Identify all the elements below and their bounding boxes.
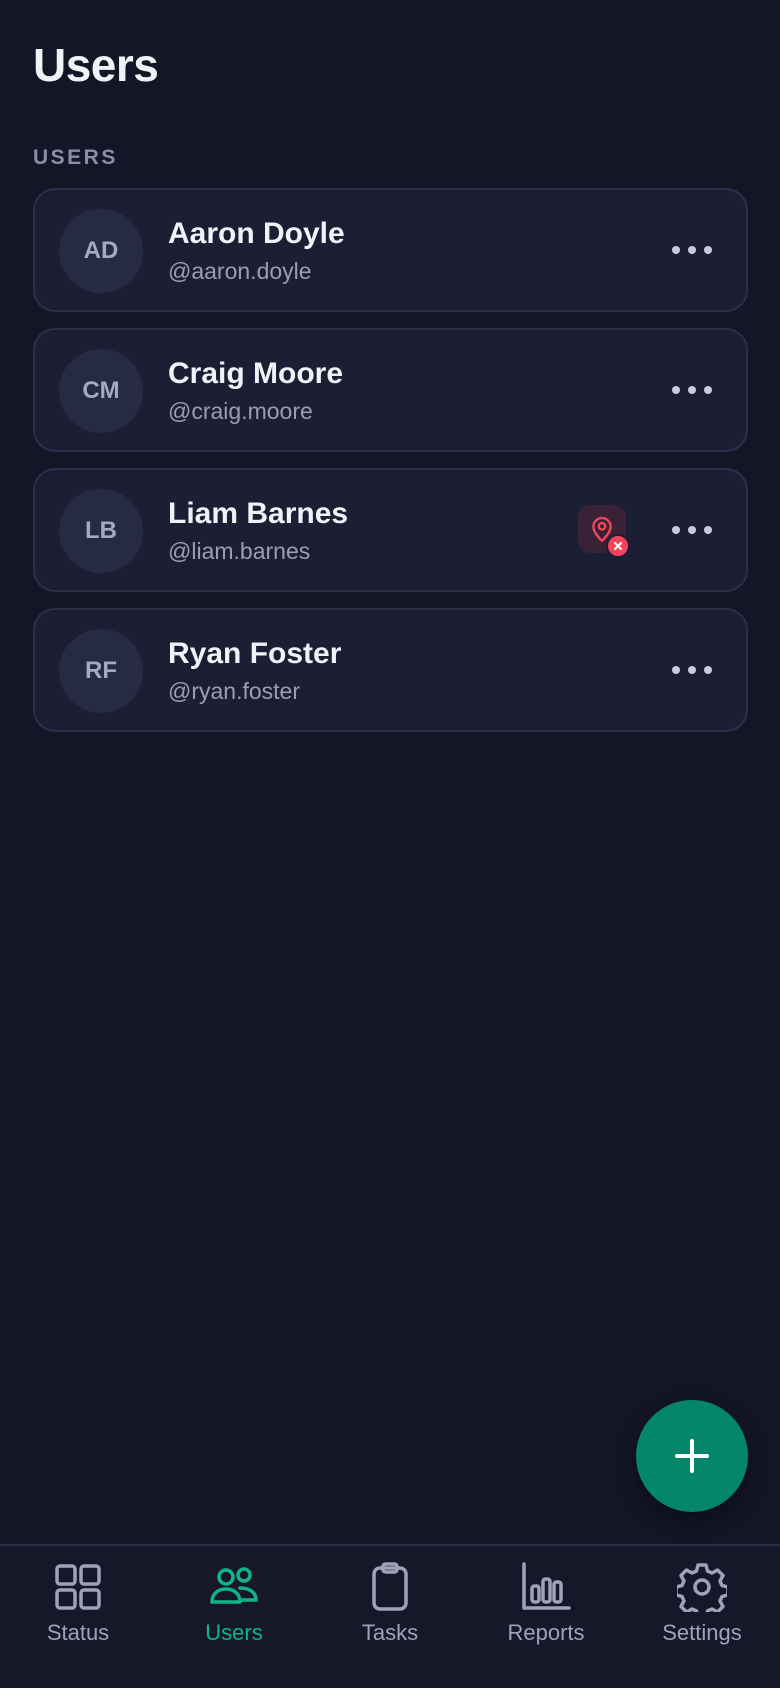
nav-label: Tasks: [361, 1620, 419, 1645]
user-list: AD Aaron Doyle @aaron.doyle CM Craig Moo…: [33, 188, 748, 748]
nav-item-users[interactable]: Users: [156, 1562, 312, 1662]
user-name: Liam Barnes: [168, 497, 349, 530]
avatar: CM: [59, 349, 143, 433]
user-handle: @liam.barnes: [168, 538, 311, 564]
more-options-button[interactable]: [672, 518, 712, 542]
user-card-craig-moore[interactable]: CM Craig Moore @craig.moore: [33, 328, 748, 452]
avatar: LB: [59, 489, 143, 573]
more-options-button[interactable]: [672, 238, 712, 262]
gear-icon: [677, 1563, 727, 1612]
clipboard-icon: [372, 1562, 408, 1611]
more-options-button[interactable]: [672, 658, 712, 682]
nav-label: Reports: [507, 1620, 585, 1645]
grid-icon: [55, 1564, 101, 1610]
user-name: Ryan Foster: [168, 637, 342, 670]
nav-item-tasks[interactable]: Tasks: [312, 1562, 468, 1662]
add-user-button[interactable]: [636, 1400, 748, 1512]
section-label: USERS: [33, 146, 118, 169]
nav-label: Settings: [662, 1620, 742, 1645]
user-card-liam-barnes[interactable]: LB Liam Barnes @liam.barnes: [33, 468, 748, 592]
more-options-button[interactable]: [672, 378, 712, 402]
nav-item-status[interactable]: Status: [0, 1562, 156, 1662]
users-icon: [210, 1567, 258, 1604]
page-title: Users: [33, 39, 159, 91]
user-card-aaron-doyle[interactable]: AD Aaron Doyle @aaron.doyle: [33, 188, 748, 312]
plus-icon: [675, 1439, 709, 1473]
user-card-ryan-foster[interactable]: RF Ryan Foster @ryan.foster: [33, 608, 748, 732]
nav-label: Users: [205, 1620, 263, 1645]
close-icon: [606, 534, 630, 558]
nav-label: Status: [46, 1620, 110, 1645]
nav-item-settings[interactable]: Settings: [624, 1562, 780, 1662]
avatar: RF: [59, 629, 143, 713]
user-handle: @aaron.doyle: [168, 258, 312, 284]
avatar: AD: [59, 209, 143, 293]
user-handle: @craig.moore: [168, 398, 313, 424]
nav-item-reports[interactable]: Reports: [468, 1562, 624, 1662]
user-name: Aaron Doyle: [168, 217, 345, 250]
bar-chart-icon: [522, 1562, 571, 1610]
user-handle: @ryan.foster: [168, 678, 301, 704]
location-off-badge[interactable]: [578, 505, 630, 558]
user-name: Craig Moore: [168, 357, 344, 390]
bottom-nav: Status Users Tasks Reports Settings: [0, 1544, 780, 1688]
